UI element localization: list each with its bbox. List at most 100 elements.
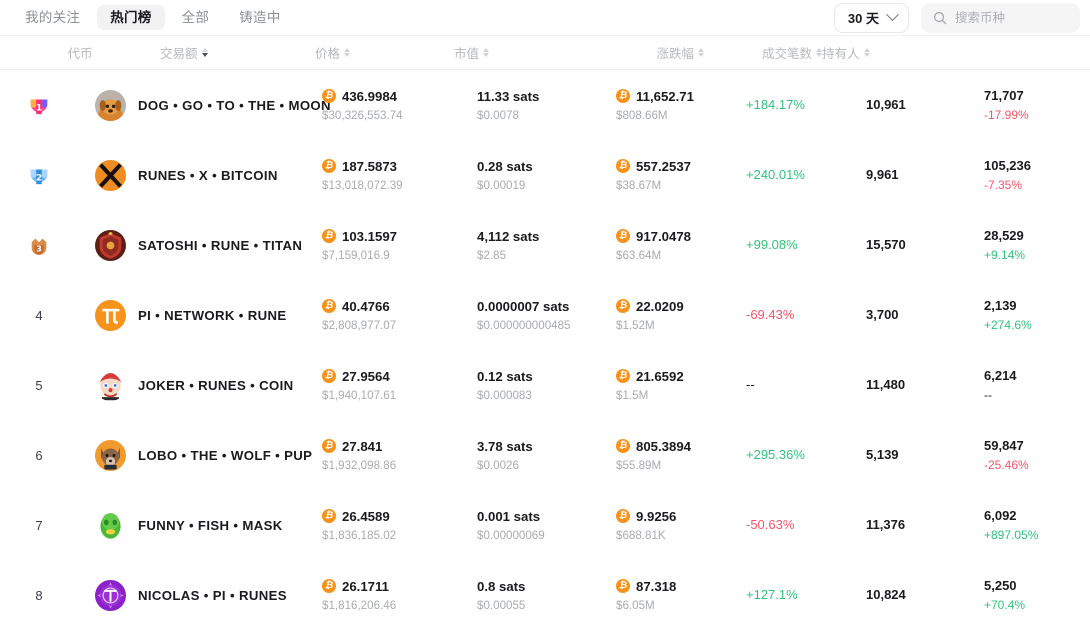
marketcap-usd: $63.64M [616, 248, 662, 262]
column-header-marketcap-label: 市值 [454, 47, 480, 61]
sort-icon-marketcap[interactable] [483, 47, 490, 58]
column-header-marketcap[interactable]: 市值 [454, 43, 584, 62]
table-row[interactable]: 5 JOKER • RUNES • COIN ₿ 27.9564 $1,940,107.… [0, 350, 1090, 420]
token-avatar [95, 159, 126, 191]
token-name: FUNNY • FISH • MASK [138, 517, 283, 533]
holders-change: -25.46% [984, 458, 1029, 472]
txcount-value: 3,700 [866, 307, 899, 322]
token-avatar [95, 299, 126, 331]
column-header-token: 代币 [0, 43, 160, 62]
table-row[interactable]: 4 PI • NETWORK • RUNE ₿ 40.4766 $2,808,977.0… [0, 280, 1090, 350]
search-input[interactable] [955, 10, 1068, 25]
table-row[interactable]: 8 NICOLAS • PI • RUNES ₿ 26.1711 $1,816,206.… [0, 560, 1090, 630]
bitcoin-icon: ₿ [616, 89, 630, 103]
marketcap-usd: $55.89M [616, 458, 662, 472]
rank-cell: 2 [0, 164, 95, 186]
column-header-holders-label: 持有人 [822, 47, 860, 61]
tab-3[interactable]: 铸造中 [226, 5, 293, 31]
holders-change: -7.35% [984, 178, 1023, 192]
txcount-value: 11,376 [866, 517, 906, 532]
token-cell[interactable]: RUNES • X • BITCOIN [95, 159, 322, 191]
price-sats: 3.78 sats [477, 438, 533, 454]
rank-number: 5 [35, 377, 43, 393]
price-sats: 4,112 sats [477, 228, 540, 244]
tab-1[interactable]: 热门榜 [97, 4, 165, 31]
rank-medal-icon: 1 [28, 94, 50, 116]
token-cell[interactable]: NICOLAS • PI • RUNES [95, 579, 322, 611]
token-cell[interactable]: DOG • GO • TO • THE • MOON [95, 89, 331, 121]
column-header-txcount[interactable]: 成交笔数 [704, 43, 822, 62]
table-row[interactable]: 7 FUNNY • FISH • MASK ₿ 26.4589 $1,836,185.0… [0, 490, 1090, 560]
marketcap-btc: 22.0209 [636, 298, 684, 314]
rank-cell: 4 [0, 308, 95, 323]
price-usd: $0.0078 [477, 108, 519, 122]
period-select[interactable]: 30 天 [833, 2, 909, 33]
price-cell: 0.28 sats $0.00019 [477, 159, 616, 192]
column-header-price-label: 价格 [315, 47, 341, 61]
holders-cell: 2,139 +274.6% [984, 298, 1090, 332]
marketcap-cell: ₿ 9.9256 $688.81K [616, 509, 746, 542]
txcount-cell: 11,376 [866, 516, 984, 534]
price-sats: 0.12 sats [477, 368, 533, 384]
token-avatar [95, 369, 126, 401]
change-cell: +127.1% [746, 586, 866, 604]
token-cell[interactable]: LOBO • THE • WOLF • PUP [95, 439, 322, 471]
bitcoin-icon: ₿ [616, 579, 630, 593]
toolbar-right-group: 30 天 [833, 2, 1080, 33]
holders-count: 105,236 [984, 158, 1031, 173]
holders-change: +897.05% [984, 528, 1039, 542]
tab-2[interactable]: 全部 [169, 5, 223, 31]
table-row[interactable]: 2 RUNES • X • BITCOIN ₿ 187.5873 $13,018,072… [0, 140, 1090, 210]
txcount-cell: 11,480 [866, 376, 984, 394]
volume-usd: $30,326,553.74 [322, 108, 403, 122]
sort-icon-volume[interactable] [201, 47, 208, 58]
change-value: +295.36% [746, 447, 805, 462]
column-header-volume[interactable]: 交易额 [160, 43, 315, 62]
table-row[interactable]: 3 SATOSHI • RUNE • TITAN ₿ 103.1597 $7,159,0… [0, 210, 1090, 280]
price-usd: $0.00019 [477, 178, 526, 192]
bitcoin-icon: ₿ [322, 159, 336, 173]
token-avatar [95, 579, 126, 611]
token-cell[interactable]: PI • NETWORK • RUNE [95, 299, 322, 331]
price-sats: 0.28 sats [477, 158, 533, 174]
tab-bar: 我的关注 热门榜 全部 铸造中 [12, 4, 294, 31]
token-cell[interactable]: SATOSHI • RUNE • TITAN [95, 229, 322, 261]
search-box[interactable] [921, 2, 1080, 33]
volume-btc: 26.4589 [342, 508, 390, 524]
marketcap-cell: ₿ 805.3894 $55.89M [616, 439, 746, 472]
svg-text:3: 3 [36, 243, 42, 253]
volume-cell: ₿ 27.9564 $1,940,107.61 [322, 369, 477, 402]
volume-cell: ₿ 26.1711 $1,816,206.46 [322, 579, 477, 612]
holders-count: 28,529 [984, 228, 1024, 243]
marketcap-btc: 9.9256 [636, 508, 677, 524]
txcount-cell: 10,824 [866, 586, 984, 604]
marketcap-cell: ₿ 87.318 $6.05M [616, 579, 746, 612]
token-avatar [95, 89, 126, 121]
column-header-holders[interactable]: 持有人 [822, 43, 928, 62]
rank-medal-icon: 3 [28, 234, 50, 256]
bitcoin-icon: ₿ [322, 509, 336, 523]
marketcap-btc: 21.6592 [636, 368, 684, 384]
sort-icon-price[interactable] [344, 47, 351, 58]
token-cell[interactable]: JOKER • RUNES • COIN [95, 369, 322, 401]
rank-cell: 7 [0, 518, 95, 533]
change-cell: -- [746, 376, 866, 394]
sort-icon-holders[interactable] [863, 47, 870, 58]
change-cell: +295.36% [746, 446, 866, 464]
table-row[interactable]: 1 DOG • GO • TO • THE • MOON ₿ 436.9984 $30,… [0, 70, 1090, 140]
rank-cell: 3 [0, 234, 95, 256]
column-header-change[interactable]: 涨跌幅 [584, 43, 704, 62]
column-header-price[interactable]: 价格 [315, 43, 454, 62]
bitcoin-icon: ₿ [322, 579, 336, 593]
marketcap-usd: $688.81K [616, 528, 666, 542]
chevron-down-icon [886, 8, 899, 22]
table-row[interactable]: 6 LOBO • THE • WOLF • PUP ₿ 27.841 $1,932,09… [0, 420, 1090, 490]
marketcap-btc: 557.2537 [636, 158, 692, 174]
tab-0[interactable]: 我的关注 [12, 5, 93, 31]
token-cell[interactable]: FUNNY • FISH • MASK [95, 509, 322, 541]
volume-cell: ₿ 103.1597 $7,159,016.9 [322, 229, 477, 262]
token-name: JOKER • RUNES • COIN [138, 377, 294, 393]
holders-count: 6,214 [984, 368, 1017, 383]
price-sats: 0.001 sats [477, 508, 541, 524]
price-sats: 0.0000007 sats [477, 298, 570, 314]
